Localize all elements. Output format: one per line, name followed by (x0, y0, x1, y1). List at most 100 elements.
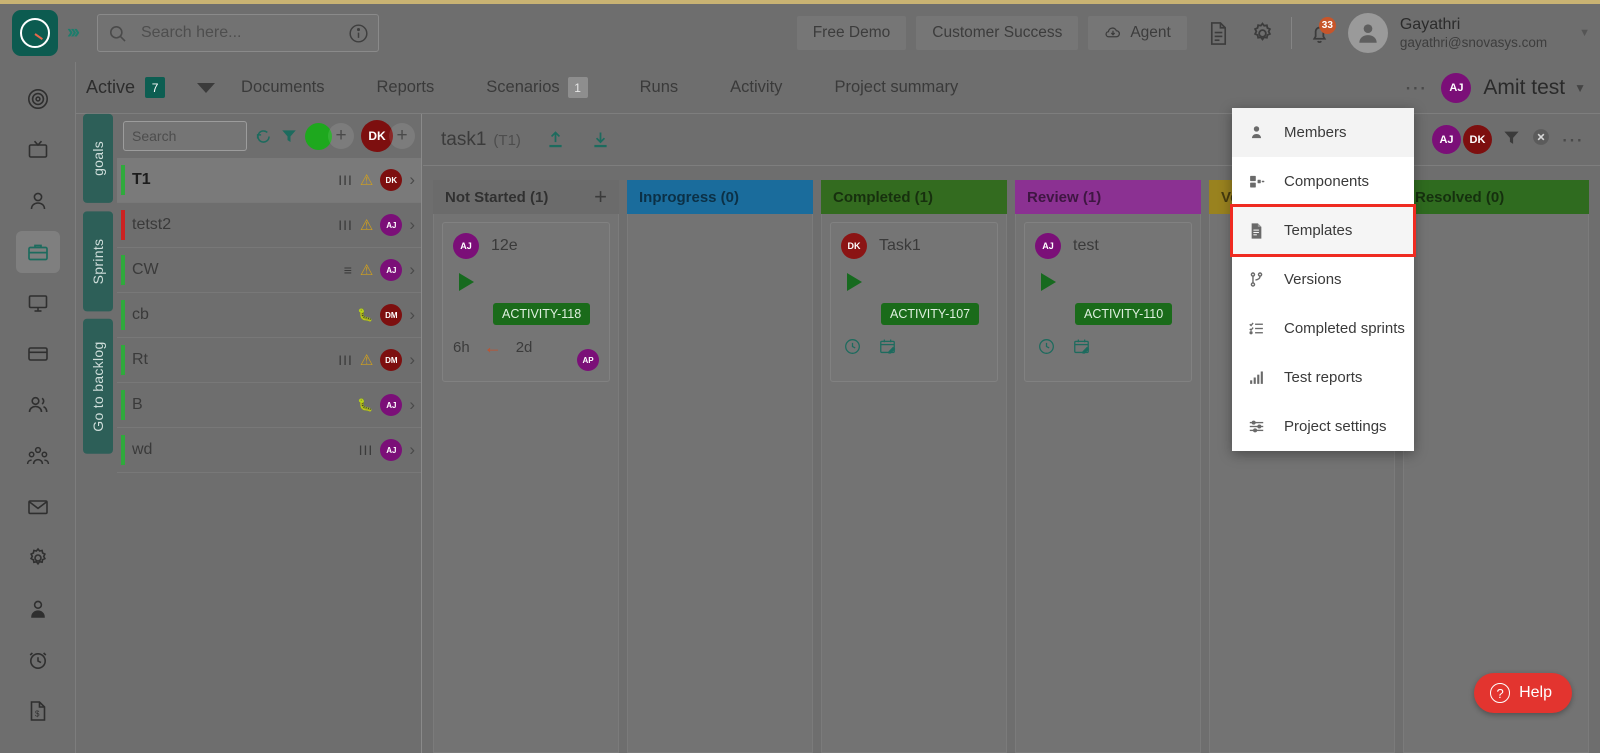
sidebar-item-desktop[interactable] (16, 282, 60, 324)
add-member-button[interactable]: + (389, 123, 415, 149)
chevron-right-icon[interactable]: › (409, 260, 415, 280)
list-item[interactable]: B 🐛 AJ › (117, 383, 421, 428)
gear-icon[interactable] (1241, 13, 1285, 53)
vtab-sprints[interactable]: Sprints (83, 210, 113, 312)
assignee-avatar[interactable]: DM (380, 349, 403, 371)
play-icon[interactable] (1041, 273, 1056, 291)
tab-scenarios[interactable]: Scenarios 1 (460, 62, 613, 114)
assignee-avatar[interactable]: AJ (380, 439, 403, 461)
sidebar-item-goals[interactable] (16, 78, 60, 120)
warning-icon: ⚠ (359, 352, 374, 369)
calendar-edit-icon[interactable] (1072, 337, 1091, 361)
free-demo-button[interactable]: Free Demo (796, 16, 907, 50)
ellipsis-icon[interactable]: ⋯ (1561, 127, 1584, 153)
board-avatar[interactable]: AJ (1432, 125, 1461, 154)
project-avatar-initials: AJ (1449, 81, 1464, 94)
sidebar-item-user[interactable] (16, 588, 60, 630)
list-item[interactable]: Rt III ⚠ DM › (117, 338, 421, 383)
menu-item-templates[interactable]: Templates (1230, 204, 1416, 257)
chevron-right-icon[interactable]: › (409, 170, 415, 190)
tab-runs[interactable]: Runs (614, 62, 705, 114)
chevron-right-icon[interactable]: › (409, 215, 415, 235)
tab-reports[interactable]: Reports (350, 62, 460, 114)
menu-item-versions[interactable]: Versions (1232, 255, 1414, 304)
chevron-right-icon[interactable]: › (409, 350, 415, 370)
close-circle-icon[interactable] (1531, 127, 1551, 152)
refresh-icon[interactable] (254, 127, 273, 146)
sidebar-item-presentation[interactable] (16, 129, 60, 171)
chevron-down-icon[interactable]: ▼ (1574, 81, 1586, 95)
document-icon[interactable] (1197, 13, 1241, 53)
vtab-goals[interactable]: goals (83, 114, 113, 203)
sidebar-item-timesheet[interactable] (16, 639, 60, 681)
download-icon[interactable] (590, 129, 611, 150)
menu-item-project-settings[interactable]: Project settings (1232, 402, 1414, 451)
assignee-avatar[interactable]: AJ (380, 214, 403, 236)
project-avatar[interactable]: AJ (1441, 72, 1472, 103)
play-icon[interactable] (459, 273, 474, 291)
menu-item-test-reports[interactable]: Test reports (1232, 353, 1414, 402)
help-button[interactable]: ? Help (1474, 673, 1572, 713)
sidebar-item-invoice[interactable]: $ (16, 690, 60, 732)
upload-icon[interactable] (545, 129, 566, 150)
card-assignee-avatar[interactable]: AP (577, 349, 599, 371)
sidebar-item-organization[interactable] (16, 435, 60, 477)
sidebar-item-billing[interactable] (16, 333, 60, 375)
list-search-input[interactable] (123, 121, 247, 151)
assignee-avatar[interactable]: AJ (380, 259, 403, 281)
assignee-avatar[interactable]: DK (380, 169, 403, 191)
sidebar-item-mail[interactable] (16, 486, 60, 528)
info-circle-icon[interactable] (348, 23, 369, 44)
chevron-double-right-icon[interactable]: ››› (67, 22, 80, 44)
list-item[interactable]: CW ≡ ⚠ AJ › (117, 248, 421, 293)
filter-icon[interactable] (1502, 128, 1521, 152)
search-input[interactable] (140, 24, 348, 42)
tab-label: Project summary (834, 78, 959, 96)
chevron-down-icon[interactable]: ▼ (1579, 27, 1590, 39)
menu-item-members[interactable]: Members (1232, 108, 1414, 157)
menu-item-components[interactable]: Components (1232, 157, 1414, 206)
tab-project-summary[interactable]: Project summary (808, 62, 984, 114)
card-avatar: DK (841, 233, 867, 259)
list-item[interactable]: cb 🐛 DM › (117, 293, 421, 338)
list-item[interactable]: tetst2 III ⚠ AJ › (117, 203, 421, 248)
chevron-right-icon[interactable]: › (409, 395, 415, 415)
sidebar-item-settings[interactable] (16, 537, 60, 579)
speedometer-logo-icon[interactable] (12, 10, 58, 56)
customer-success-button[interactable]: Customer Success (916, 16, 1079, 50)
board-card[interactable]: AJ test ACTIVITY-110 (1024, 222, 1192, 382)
filter-icon[interactable] (280, 127, 298, 145)
ellipsis-icon[interactable]: ⋯ (1404, 75, 1427, 101)
play-icon[interactable] (847, 273, 862, 291)
board-card[interactable]: DK Task1 ACTIVITY-107 (830, 222, 998, 382)
list-item[interactable]: wd III AJ › (117, 428, 421, 473)
assignee-avatar[interactable]: AJ (380, 394, 403, 416)
add-item-button[interactable]: + (328, 123, 354, 149)
column-title: Review (1) (1027, 188, 1102, 206)
tab-documents[interactable]: Documents (215, 62, 350, 114)
list-item[interactable]: T1 III ⚠ DK › (117, 158, 421, 203)
sidebar-item-projects[interactable] (15, 231, 60, 273)
agent-button[interactable]: Agent (1088, 16, 1187, 50)
add-card-button[interactable]: + (594, 184, 607, 210)
active-filter[interactable]: Active 7 (86, 77, 166, 98)
chevron-right-icon[interactable]: › (409, 305, 415, 325)
sliders-icon (1248, 418, 1274, 435)
vtab-go-to-backlog[interactable]: Go to backlog (83, 319, 113, 454)
bell-icon[interactable]: 33 (1298, 13, 1342, 53)
global-search[interactable] (96, 14, 379, 52)
card-spent: 2d (515, 339, 533, 356)
menu-item-completed-sprints[interactable]: Completed sprints (1232, 304, 1414, 353)
board-card[interactable]: AJ 12e ACTIVITY-118 6h ← 2d AP (442, 222, 610, 382)
clock-icon[interactable] (1037, 337, 1056, 361)
sidebar-item-teams[interactable] (16, 384, 60, 426)
board-avatar[interactable]: DK (1463, 125, 1492, 154)
assignee-avatar[interactable]: DM (380, 304, 403, 326)
chevron-right-icon[interactable]: › (409, 440, 415, 460)
calendar-edit-icon[interactable] (878, 337, 897, 361)
sidebar-item-profile[interactable] (16, 180, 60, 222)
tab-activity[interactable]: Activity (704, 62, 808, 114)
user-menu[interactable]: Gayathri gayathri@snovasys.com (1347, 13, 1547, 53)
triangle-down-icon[interactable] (197, 82, 216, 93)
clock-icon[interactable] (843, 337, 862, 361)
